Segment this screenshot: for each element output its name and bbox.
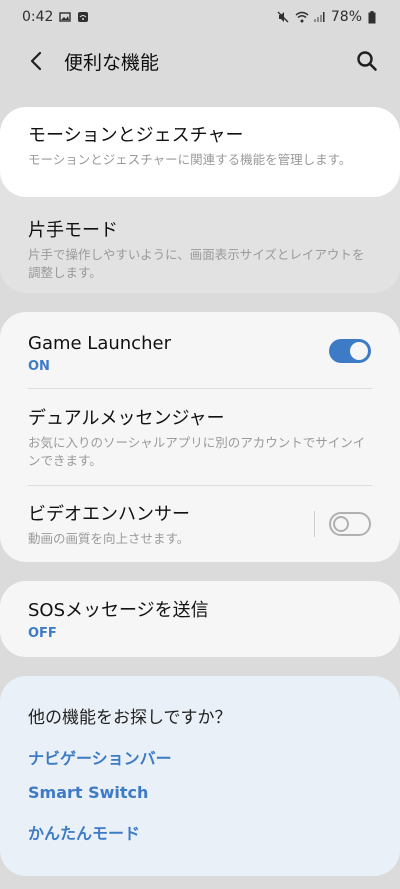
item-desc: モーションとジェスチャーに関連する機能を管理します。 (28, 152, 352, 167)
battery-icon (368, 11, 380, 24)
page-title: 便利な機能 (64, 51, 160, 74)
item-desc: お気に入りのソーシャルアプリに別のアカウントでサインインできます。 (28, 435, 366, 468)
item-title: SOSメッセージを送信 (28, 600, 209, 621)
item-status: OFF (28, 626, 57, 641)
mute-icon (277, 11, 289, 23)
item-title: 片手モード (28, 220, 118, 241)
item-dual-messenger[interactable]: デュアルメッセンジャー お気に入りのソーシャルアプリに別のアカウントでサインイン… (0, 408, 400, 470)
item-status: ON (28, 359, 50, 374)
back-arrow-icon[interactable] (24, 49, 48, 73)
toggle-knob (333, 516, 349, 532)
game-launcher-toggle[interactable] (329, 339, 371, 363)
item-one-hand-mode[interactable]: 片手モード 片手で操作しやすいように、画面表示サイズとレイアウトを調整します。 (0, 220, 400, 282)
item-motion-gestures[interactable]: モーションとジェスチャー モーションとジェスチャーに関連する機能を管理します。 (0, 125, 400, 169)
image-notification-icon (59, 11, 72, 23)
item-desc: 動画の画質を向上させます。 (28, 531, 190, 546)
battery-percent: 78% (330, 9, 362, 25)
item-title: デュアルメッセンジャー (28, 408, 225, 429)
app-header: 便利な機能 (0, 34, 400, 88)
status-right: 78% (277, 9, 380, 25)
status-left: 0:42 (22, 9, 89, 25)
search-icon[interactable] (354, 48, 380, 74)
wifi-notification-icon (77, 11, 89, 23)
status-time: 0:42 (22, 9, 54, 25)
video-enhancer-toggle[interactable] (329, 512, 371, 536)
more-heading: 他の機能をお探しですか？ (28, 708, 232, 728)
link-navigation-bar[interactable]: ナビゲーションバー (28, 745, 172, 769)
vertical-separator (314, 511, 315, 537)
item-title: ビデオエンハンサー (28, 504, 190, 525)
item-title: モーションとジェスチャー (28, 125, 244, 146)
item-sos-message[interactable]: SOSメッセージを送信 OFF (0, 600, 400, 641)
divider (28, 388, 372, 389)
link-easy-mode[interactable]: かんたんモード (28, 820, 140, 844)
signal-icon (313, 11, 325, 23)
item-title: Game Launcher (28, 333, 171, 354)
link-smart-switch[interactable]: Smart Switch (28, 783, 148, 802)
divider (28, 485, 372, 486)
toggle-knob (350, 342, 368, 360)
item-desc: 片手で操作しやすいように、画面表示サイズとレイアウトを調整します。 (28, 247, 365, 280)
status-bar: 0:42 78% (0, 0, 400, 34)
wifi-icon (295, 11, 309, 23)
